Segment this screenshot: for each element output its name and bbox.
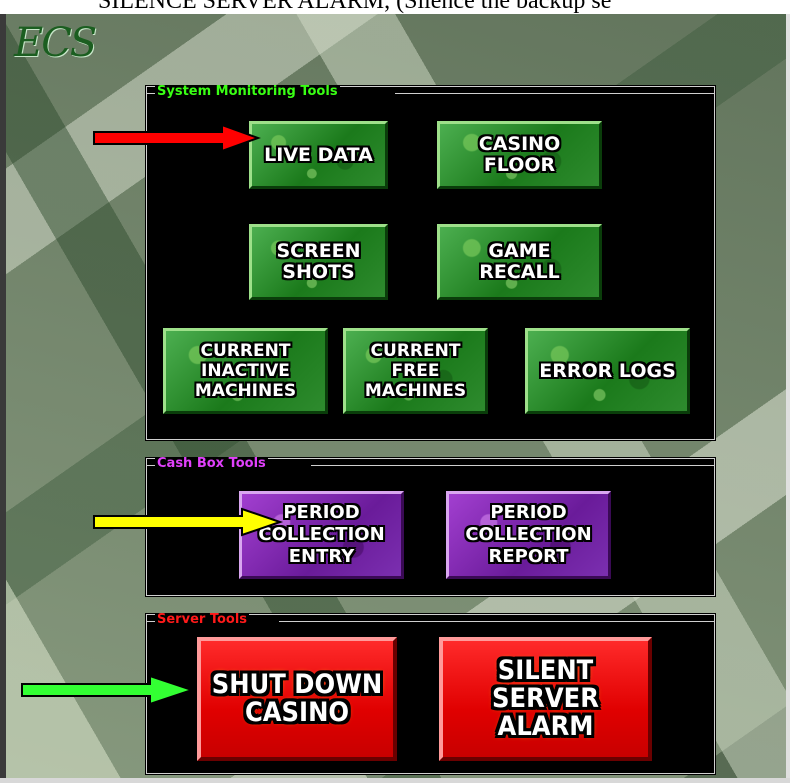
system-monitoring-title: System Monitoring Tools (155, 84, 340, 99)
server-tools-title: Server Tools (155, 612, 250, 627)
window-frame-right (786, 14, 790, 783)
panel-rule-right (311, 465, 714, 466)
panel-rule-left (147, 465, 155, 466)
yellow-arrow-icon (93, 507, 284, 537)
game-recall-button[interactable]: GAME RECALL (437, 224, 602, 300)
green-arrow-icon (21, 674, 196, 706)
server-tools-panel: Server Tools SHUT DOWN CASINO SILENT SER… (146, 612, 715, 774)
panel-rule-left (147, 621, 155, 622)
red-arrow-icon (93, 123, 261, 153)
window-frame-bottom (0, 778, 790, 783)
error-logs-button[interactable]: ERROR LOGS (525, 328, 690, 414)
cash-box-title: Cash Box Tools (155, 456, 268, 471)
silent-server-alarm-button[interactable]: SILENT SERVER ALARM (439, 637, 652, 761)
panel-rule-right (279, 621, 714, 622)
window-frame-left (0, 14, 6, 783)
current-inactive-machines-button[interactable]: CURRENT INACTIVE MACHINES (163, 328, 328, 414)
panel-rule-right (395, 93, 714, 94)
ecs-logo: ECS (14, 20, 97, 66)
casino-floor-button[interactable]: CASINO FLOOR (437, 121, 602, 189)
panel-rule-left (147, 93, 155, 94)
shut-down-casino-button[interactable]: SHUT DOWN CASINO (197, 637, 397, 761)
screen-shots-button[interactable]: SCREEN SHOTS (249, 224, 388, 300)
current-free-machines-button[interactable]: CURRENT FREE MACHINES (343, 328, 488, 414)
live-data-button[interactable]: LIVE DATA (249, 121, 388, 189)
period-collection-report-button[interactable]: PERIOD COLLECTION REPORT (446, 491, 611, 579)
